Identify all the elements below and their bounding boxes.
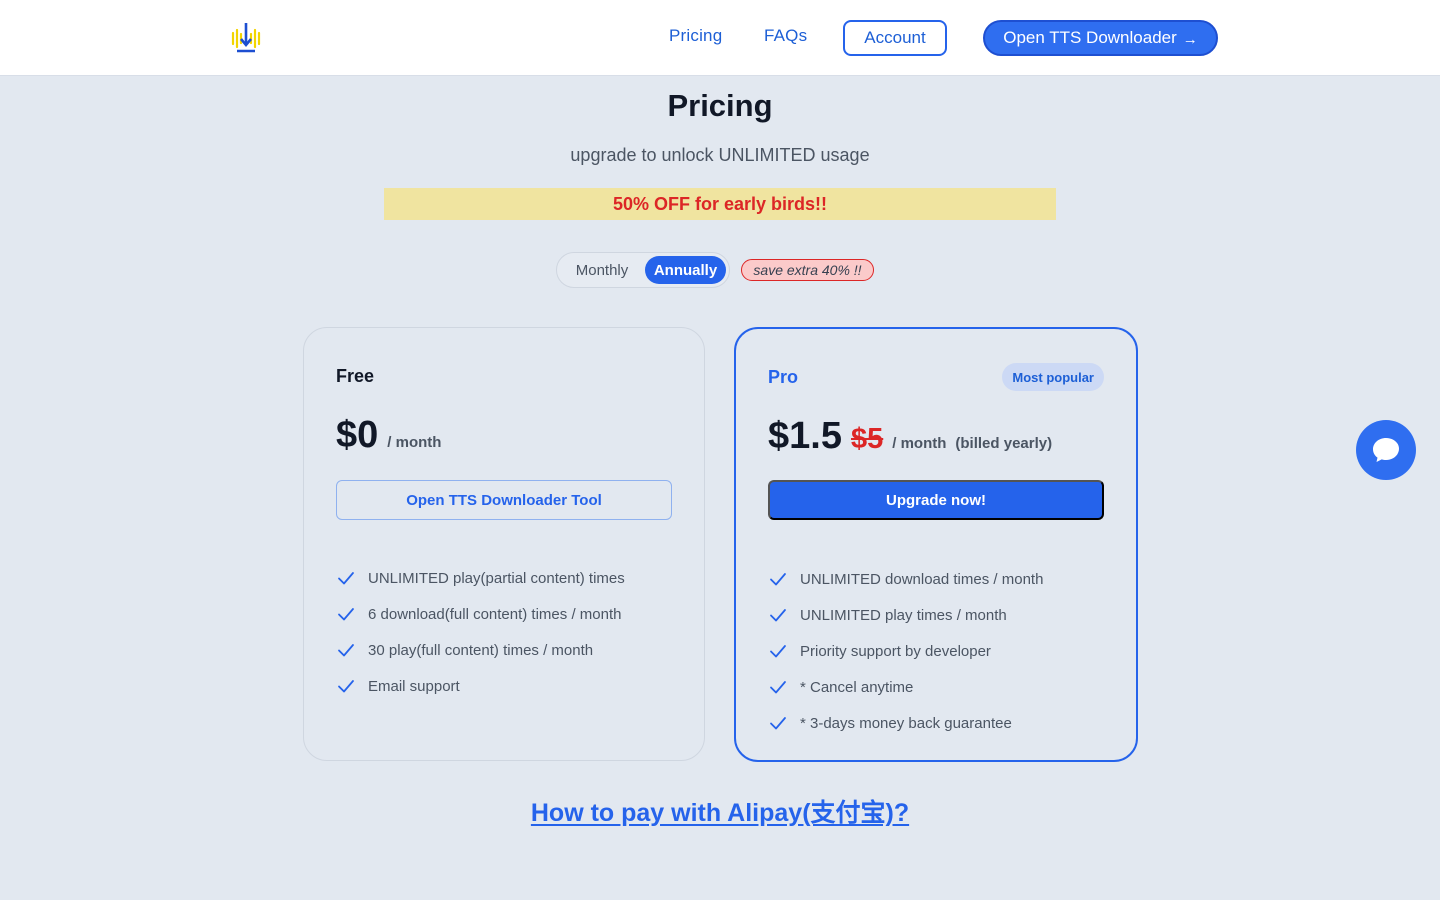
check-icon — [770, 645, 786, 658]
feature-item: 6 download(full content) times / month — [336, 596, 625, 632]
feature-item: Email support — [336, 668, 625, 704]
pro-plan-name: Pro — [768, 367, 799, 387]
feature-item: 30 play(full content) times / month — [336, 632, 625, 668]
pro-price-row: $1.5 $5 / month (billed yearly) — [768, 415, 1052, 458]
feature-text: UNLIMITED download times / month — [800, 570, 1044, 588]
feature-text: Priority support by developer — [800, 642, 991, 660]
free-feature-list: UNLIMITED play(partial content) times 6 … — [336, 560, 625, 704]
pro-billing-note: (billed yearly) — [955, 435, 1053, 452]
billing-monthly-option[interactable]: Monthly — [561, 256, 643, 284]
pro-plan-card: Pro Most popular $1.5 $5 / month (billed… — [734, 327, 1138, 762]
save-extra-badge: save extra 40% !! — [741, 259, 874, 281]
free-plan-card: Free $0 / month Open TTS Downloader Tool… — [303, 327, 705, 761]
feature-item: * Cancel anytime — [768, 669, 1043, 705]
alipay-help-container: How to pay with Alipay(支付宝)? — [0, 793, 1440, 829]
chat-widget-button[interactable] — [1356, 420, 1416, 480]
check-icon — [770, 609, 786, 622]
alipay-help-link[interactable]: How to pay with Alipay(支付宝)? — [531, 799, 909, 827]
feature-item: UNLIMITED play times / month — [768, 597, 1043, 633]
billing-period-toggle: Monthly Annually — [556, 252, 730, 288]
check-icon — [338, 644, 354, 657]
feature-text: UNLIMITED play(partial content) times — [368, 569, 625, 587]
check-icon — [338, 608, 354, 621]
feature-text: Email support — [368, 677, 460, 695]
feature-item: UNLIMITED download times / month — [768, 561, 1043, 597]
check-icon — [770, 717, 786, 730]
feature-item: Priority support by developer — [768, 633, 1043, 669]
nav-pricing-link[interactable]: Pricing — [669, 26, 722, 46]
feature-text: * 3-days money back guarantee — [800, 714, 1012, 732]
promo-banner: 50% OFF for early birds!! — [384, 188, 1056, 220]
page-subtitle: upgrade to unlock UNLIMITED usage — [570, 145, 870, 165]
pro-plan-price: $1.5 — [768, 415, 842, 457]
open-tts-downloader-tool-button[interactable]: Open TTS Downloader Tool — [336, 480, 672, 520]
free-plan-period: / month — [387, 434, 442, 451]
top-header: Pricing FAQs Account Open TTS Downloader… — [0, 0, 1440, 76]
chat-bubble-icon — [1373, 438, 1399, 462]
upgrade-now-button[interactable]: Upgrade now! — [768, 480, 1104, 520]
arrow-right-icon: → — [1182, 30, 1198, 48]
feature-item: * 3-days money back guarantee — [768, 705, 1043, 741]
free-plan-name: Free — [336, 366, 375, 386]
feature-text: 30 play(full content) times / month — [368, 641, 594, 659]
feature-item: UNLIMITED play(partial content) times — [336, 560, 625, 596]
check-icon — [338, 572, 354, 585]
account-button[interactable]: Account — [843, 20, 947, 56]
billing-annually-option[interactable]: Annually — [645, 256, 726, 284]
check-icon — [770, 573, 786, 586]
pro-plan-old-price: $5 — [850, 423, 884, 455]
feature-text: UNLIMITED play times / month — [800, 606, 1007, 624]
free-price-row: $0 / month — [336, 414, 441, 457]
check-icon — [338, 680, 354, 693]
feature-text: * Cancel anytime — [800, 678, 914, 696]
free-plan-price: $0 — [336, 414, 379, 456]
check-icon — [770, 681, 786, 694]
pro-feature-list: UNLIMITED download times / month UNLIMIT… — [768, 561, 1043, 741]
open-tts-downloader-label: Open TTS Downloader — [1003, 28, 1177, 47]
pro-plan-period: / month — [892, 435, 947, 452]
open-tts-downloader-button[interactable]: Open TTS Downloader → — [983, 20, 1218, 56]
most-popular-badge: Most popular — [1002, 363, 1104, 391]
nav-faqs-link[interactable]: FAQs — [764, 26, 807, 46]
logo-icon[interactable] — [228, 20, 264, 56]
feature-text: 6 download(full content) times / month — [368, 605, 622, 623]
page-title: Pricing — [667, 88, 773, 123]
